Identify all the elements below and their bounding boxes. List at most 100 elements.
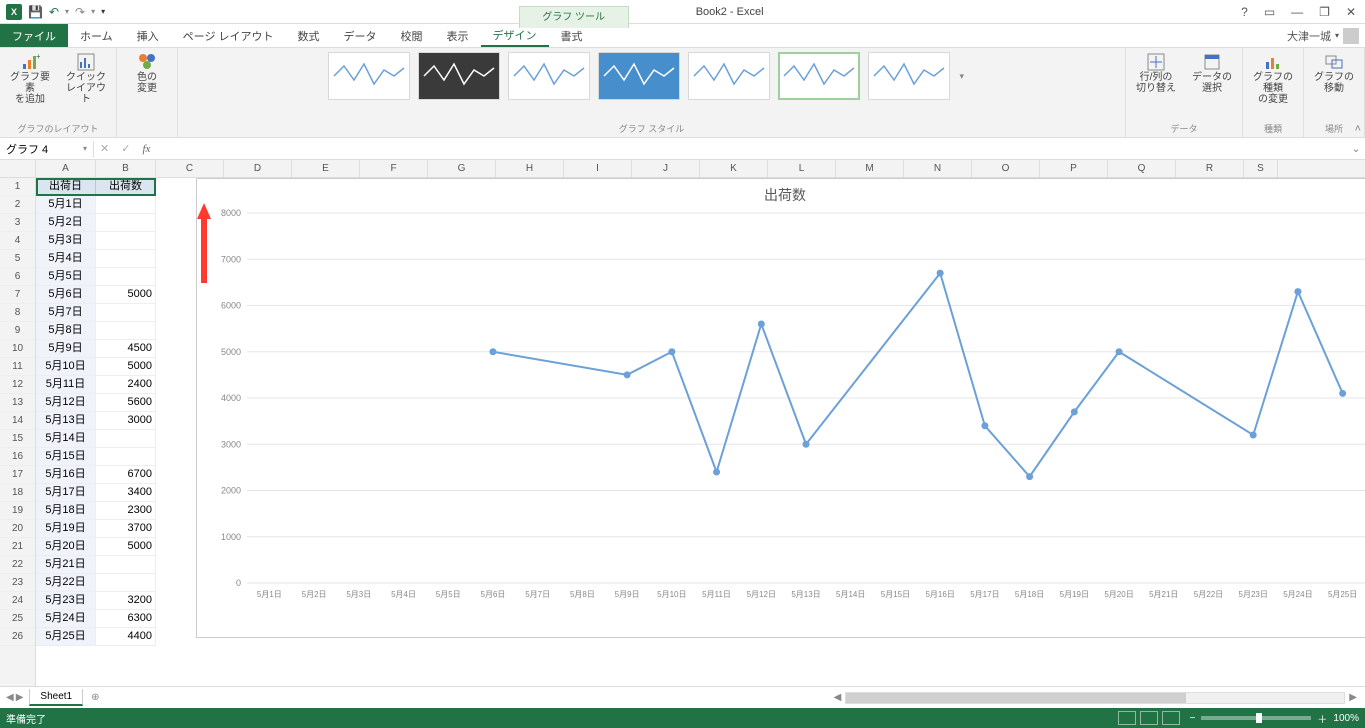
cell[interactable]: 5月4日 [36,250,96,268]
row-header[interactable]: 9 [0,322,35,340]
cell[interactable]: 3400 [96,484,156,502]
change-colors-button[interactable]: 色の 変更 [123,52,171,94]
name-box[interactable]: グラフ 4▾ [0,141,94,157]
col-header[interactable]: G [428,160,496,177]
cell[interactable]: 3700 [96,520,156,538]
chart-style-thumb[interactable] [598,52,680,100]
redo-icon[interactable]: ↷ [75,5,85,19]
col-header[interactable]: A [36,160,96,177]
cell[interactable] [96,304,156,322]
zoom-control[interactable]: − ＋ 100% [1190,711,1359,726]
change-chart-type-button[interactable]: グラフの種類 の変更 [1249,52,1297,105]
col-header[interactable]: B [96,160,156,177]
move-chart-button[interactable]: グラフの 移動 [1310,52,1358,94]
row-header[interactable]: 2 [0,196,35,214]
cell[interactable]: 出荷日 [36,178,96,196]
cell[interactable]: 5月5日 [36,268,96,286]
tab-page-layout[interactable]: ページ レイアウト [171,24,286,47]
cell[interactable]: 5月2日 [36,214,96,232]
chart-style-thumb[interactable] [778,52,860,100]
chart-style-thumb[interactable] [868,52,950,100]
row-header[interactable]: 17 [0,466,35,484]
col-header[interactable]: F [360,160,428,177]
cell[interactable]: 5月19日 [36,520,96,538]
help-icon[interactable]: ? [1238,4,1251,20]
cell[interactable]: 5月17日 [36,484,96,502]
view-switcher[interactable] [1118,711,1180,725]
cell[interactable]: 5月9日 [36,340,96,358]
cell[interactable]: 4400 [96,628,156,646]
col-header[interactable]: P [1040,160,1108,177]
cell[interactable]: 5月22日 [36,574,96,592]
qat-customize-icon[interactable]: ▾ [101,7,105,16]
row-header[interactable]: 21 [0,538,35,556]
cell[interactable]: 5月25日 [36,628,96,646]
cell[interactable] [96,430,156,448]
row-header[interactable]: 24 [0,592,35,610]
cell[interactable] [96,322,156,340]
row-header[interactable]: 26 [0,628,35,646]
cell[interactable]: 5月15日 [36,448,96,466]
cell[interactable]: 5600 [96,394,156,412]
cell[interactable]: 5月21日 [36,556,96,574]
cell[interactable] [96,448,156,466]
row-header[interactable]: 19 [0,502,35,520]
row-header[interactable]: 10 [0,340,35,358]
row-header[interactable]: 16 [0,448,35,466]
cell[interactable] [96,250,156,268]
undo-icon[interactable]: ↶ [49,5,59,19]
quick-layout-button[interactable]: クイック レイアウト [62,52,110,105]
row-header[interactable]: 20 [0,520,35,538]
save-icon[interactable]: 💾 [28,5,43,19]
tab-insert[interactable]: 挿入 [125,24,171,47]
row-headers[interactable]: 1234567891011121314151617181920212223242… [0,178,36,686]
cell[interactable]: 5月3日 [36,232,96,250]
cell[interactable] [96,214,156,232]
row-header[interactable]: 18 [0,484,35,502]
new-sheet-button[interactable]: ⊕ [83,690,107,705]
col-header[interactable]: C [156,160,224,177]
tab-file[interactable]: ファイル [0,24,68,47]
switch-row-column-button[interactable]: 行/列の 切り替え [1132,52,1180,94]
row-header[interactable]: 25 [0,610,35,628]
cell[interactable]: 5月20日 [36,538,96,556]
cell[interactable]: 5月23日 [36,592,96,610]
tab-view[interactable]: 表示 [435,24,481,47]
cell[interactable]: 3000 [96,412,156,430]
row-header[interactable]: 5 [0,250,35,268]
tab-home[interactable]: ホーム [68,24,125,47]
tab-formulas[interactable]: 数式 [286,24,332,47]
collapse-ribbon-icon[interactable]: ˄ [1355,123,1361,135]
cell[interactable]: 5000 [96,358,156,376]
chart-style-thumb[interactable] [418,52,500,100]
cell[interactable]: 3200 [96,592,156,610]
cell[interactable]: 5月13日 [36,412,96,430]
cell[interactable]: 5月10日 [36,358,96,376]
col-header[interactable]: S [1244,160,1278,177]
close-icon[interactable]: ✕ [1343,4,1359,20]
tab-scroll-right-icon[interactable]: ▶ [16,692,24,703]
row-header[interactable]: 7 [0,286,35,304]
cell[interactable]: 出荷数 [96,178,156,196]
cell[interactable]: 5月18日 [36,502,96,520]
col-header[interactable]: K [700,160,768,177]
cell[interactable]: 5月8日 [36,322,96,340]
cell[interactable]: 5月24日 [36,610,96,628]
col-header[interactable]: M [836,160,904,177]
select-all-corner[interactable] [0,160,36,177]
cell[interactable]: 6700 [96,466,156,484]
cell[interactable] [96,196,156,214]
worksheet-area[interactable]: 1234567891011121314151617181920212223242… [0,178,1365,686]
col-header[interactable]: L [768,160,836,177]
cell[interactable]: 5月12日 [36,394,96,412]
enter-icon[interactable]: ✓ [115,142,136,155]
col-header[interactable]: N [904,160,972,177]
cell[interactable]: 5月1日 [36,196,96,214]
tab-data[interactable]: データ [332,24,389,47]
cell[interactable]: 5月16日 [36,466,96,484]
row-header[interactable]: 11 [0,358,35,376]
col-header[interactable]: J [632,160,700,177]
row-header[interactable]: 3 [0,214,35,232]
cell[interactable]: 5月14日 [36,430,96,448]
col-header[interactable]: I [564,160,632,177]
